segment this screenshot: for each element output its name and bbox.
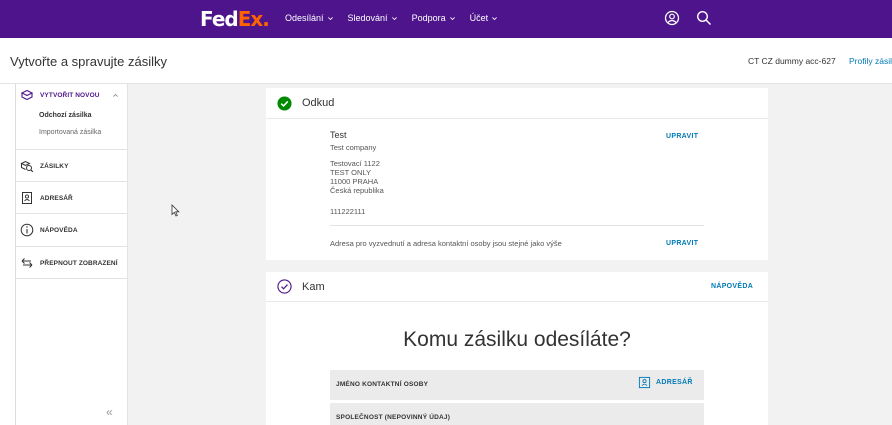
sender-address-line: 11000 PRAHA — [330, 177, 379, 186]
collapse-sidebar-button[interactable]: « — [106, 405, 113, 419]
top-navigation: FedEx. Odesílání Sledování Podpora Účet — [0, 0, 892, 38]
divider — [330, 225, 704, 226]
account-icon[interactable] — [664, 10, 680, 26]
chevron-down-icon — [391, 16, 397, 20]
recipient-question-heading: Komu zásilku odesíláte? — [403, 328, 631, 351]
info-icon — [20, 223, 34, 237]
address-book-icon — [638, 376, 651, 389]
sidebar-subitem-outgoing[interactable]: Odchozí zásilka — [39, 112, 92, 119]
chevron-down-icon — [449, 16, 455, 20]
contact-name-label: JMÉNO KONTAKTNÍ OSOBY — [336, 381, 429, 388]
from-card-title: Odkud — [302, 97, 335, 109]
nav-item-label: Podpora — [411, 13, 446, 23]
page-header: Vytvořte a spravujte zásilky CT CZ dummy… — [0, 38, 892, 84]
to-card: Kam NÁPOVĚDA Komu zásilku odesíláte? JMÉ… — [266, 272, 768, 425]
search-icon[interactable] — [696, 10, 712, 26]
pickup-address-note: Adresa pro vyzvednutí a adresa kontaktní… — [330, 239, 562, 248]
check-circle-filled-icon — [277, 96, 292, 111]
nav-item-podpora[interactable]: Podpora — [412, 13, 456, 23]
nav-item-label: Odesílání — [285, 13, 324, 23]
switch-arrows-icon — [21, 258, 33, 268]
account-name: CT CZ dummy acc-627 — [748, 56, 836, 66]
nav-item-odesilani[interactable]: Odesílání — [285, 13, 334, 23]
logo-fed: Fed — [200, 7, 239, 31]
shipments-search-icon — [20, 160, 34, 173]
from-card: Odkud Test Test company Testovací 1122 T… — [266, 88, 768, 260]
edit-pickup-button[interactable]: UPRAVIT — [666, 240, 698, 247]
nav-item-label: Sledování — [347, 13, 388, 23]
nav-icons — [664, 10, 712, 26]
sidebar-item-address-book[interactable]: ADRESÁŘ — [20, 191, 73, 205]
company-field[interactable]: SPOLEČNOST (NEPOVINNÝ ÚDAJ) — [330, 403, 704, 425]
create-shipment-icon — [20, 89, 34, 101]
company-label: SPOLEČNOST (NEPOVINNÝ ÚDAJ) — [336, 414, 451, 421]
to-card-title: Kam — [302, 281, 325, 293]
sidebar-item-shipments[interactable]: ZÁSILKY — [20, 159, 69, 173]
sidebar-label: ADRESÁŘ — [40, 194, 73, 202]
address-book-button[interactable]: ADRESÁŘ — [638, 376, 693, 389]
sender-company: Test company — [330, 143, 377, 152]
sender-address-line: Testovací 1122 — [330, 159, 380, 168]
address-book-label: ADRESÁŘ — [656, 379, 693, 386]
sidebar-subitem-imported[interactable]: Importovaná zásilka — [39, 129, 101, 136]
chevron-up-icon — [112, 93, 118, 97]
chevron-down-icon — [492, 16, 498, 20]
edit-sender-button[interactable]: UPRAVIT — [666, 133, 698, 140]
sidebar-item-help[interactable]: NÁPOVĚDA — [20, 223, 78, 237]
sender-address-line: Česká republika — [330, 186, 384, 195]
sender-name: Test — [330, 130, 347, 140]
to-card-header: Kam NÁPOVĚDA — [266, 272, 768, 302]
sidebar-label: ZÁSILKY — [40, 162, 69, 170]
sidebar-label: PŘEPNOUT ZOBRAZENÍ — [40, 259, 118, 267]
chevron-down-icon — [327, 16, 333, 20]
check-circle-outline-icon — [277, 279, 292, 294]
help-link[interactable]: NÁPOVĚDA — [711, 283, 753, 290]
nav-item-sledovani[interactable]: Sledování — [348, 13, 398, 23]
sidebar-item-switch-view[interactable]: PŘEPNOUT ZOBRAZENÍ — [20, 256, 118, 270]
sidebar-label: VYTVOŘIT NOVOU — [40, 91, 100, 99]
address-book-icon — [22, 192, 32, 204]
fedex-logo[interactable]: FedEx. — [200, 7, 270, 31]
nav-item-label: Účet — [469, 13, 489, 23]
mouse-cursor-icon — [171, 204, 180, 217]
page-title: Vytvořte a spravujte zásilky — [10, 54, 168, 69]
profiles-link[interactable]: Profily zásil — [849, 56, 892, 66]
sender-phone: 111222111 — [330, 207, 366, 216]
logo-ex: Ex. — [237, 7, 270, 31]
from-card-header: Odkud — [266, 88, 768, 119]
sidebar-label: NÁPOVĚDA — [40, 226, 78, 234]
sender-address-line: TEST ONLY — [330, 168, 371, 177]
sidebar-item-create-new[interactable]: VYTVOŘIT NOVOU — [20, 88, 119, 102]
nav-item-ucet[interactable]: Účet — [470, 13, 499, 23]
nav-menu: Odesílání Sledování Podpora Účet — [285, 13, 498, 23]
